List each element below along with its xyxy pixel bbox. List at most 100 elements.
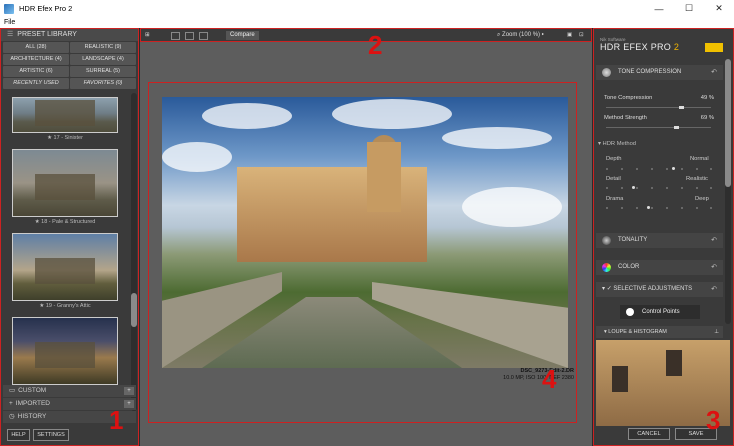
category-favorites[interactable]: FAVORITES (0) — [70, 78, 136, 89]
loupe-histogram-header[interactable]: ▾ LOUPE & HISTOGRAM ⊥ — [596, 326, 723, 338]
maximize-button[interactable]: ☐ — [674, 0, 704, 17]
slider-knob[interactable] — [672, 167, 675, 170]
plus-icon: + — [9, 400, 13, 407]
annotation-number-4: 4 — [542, 364, 557, 394]
preset-label: ★ 17 - Sinister — [47, 135, 83, 141]
tonality-section[interactable]: TONALITY ↶ — [596, 233, 723, 248]
image-meta: 10.0 MP, ISO 100, NEF 2380 — [503, 375, 574, 381]
brand-version: 2 — [673, 42, 680, 52]
cancel-button[interactable]: CANCEL — [628, 428, 670, 440]
sun-icon — [602, 68, 611, 77]
nik-logo-icon — [705, 43, 723, 52]
slider-knob[interactable] — [647, 206, 650, 209]
tone-compression-slider[interactable]: Tone Compression 49 % — [604, 95, 714, 105]
undo-icon[interactable]: ↶ — [711, 65, 717, 80]
adjustments-panel: Nik Software HDR EFEX PRO 2 TONE COMPRES… — [593, 28, 734, 446]
help-button[interactable]: HELP — [7, 429, 30, 441]
deep-label: Deep — [695, 196, 709, 202]
preset-label: ★ 19 - Granny's Attic — [39, 303, 91, 309]
tone-compression-label: Tone Compression — [604, 95, 653, 101]
tonality-title: TONALITY — [618, 237, 648, 243]
category-artistic[interactable]: ARTISTIC (6) — [3, 66, 69, 77]
detail-realistic-slider[interactable] — [606, 187, 712, 191]
history-icon: ◷ — [9, 413, 15, 420]
color-section[interactable]: COLOR ↶ — [596, 260, 723, 275]
compare-button[interactable]: Compare — [226, 31, 259, 40]
image-filename: DSC_9273-Edit-2.DR — [520, 368, 575, 374]
slider-knob[interactable] — [674, 126, 679, 129]
preset-library-header[interactable]: ☰ PRESET LIBRARY — [1, 29, 138, 41]
zoom-control[interactable]: ⌕ Zoom (100 %) ▸ — [497, 31, 544, 40]
drama-deep-slider[interactable] — [606, 207, 712, 211]
selective-adjustments-section[interactable]: ▾ ✓ SELECTIVE ADJUSTMENTS ↶ — [596, 282, 723, 297]
zoom-arrow-icon[interactable]: ▸ — [540, 32, 544, 38]
close-button[interactable]: ✕ — [704, 0, 734, 17]
tonality-icon — [602, 236, 611, 245]
app-icon — [4, 3, 14, 14]
brand-logo: Nik Software HDR EFEX PRO 2 — [600, 37, 679, 52]
tone-compression-section[interactable]: TONE COMPRESSION ↶ — [596, 65, 723, 80]
hdr-method-header[interactable]: ▾ HDR Method — [598, 141, 636, 147]
annotation-number-3: 3 — [706, 405, 721, 435]
window-title: HDR Efex Pro 2 — [19, 4, 73, 13]
category-realistic[interactable]: REALISTIC (9) — [70, 42, 136, 53]
hdr-method-label: HDR Method — [602, 141, 637, 147]
slider-track[interactable] — [606, 107, 711, 108]
realistic-label: Realistic — [686, 176, 708, 182]
category-surreal[interactable]: SURREAL (5) — [70, 66, 136, 77]
minimize-button[interactable]: — — [644, 0, 674, 17]
normal-label: Normal — [690, 156, 709, 162]
undo-icon[interactable]: ↶ — [711, 282, 717, 297]
background-color-icon[interactable]: ▣ — [567, 32, 572, 40]
fullscreen-icon[interactable]: ⊡ — [579, 32, 584, 40]
color-title: COLOR — [618, 264, 640, 270]
imported-label: IMPORTED — [15, 400, 50, 407]
preset-thumbnail[interactable] — [12, 149, 118, 217]
undo-icon[interactable]: ↶ — [711, 260, 717, 275]
selective-adjustments-title: SELECTIVE ADJUSTMENTS — [613, 286, 693, 292]
preset-library-title: PRESET LIBRARY — [17, 31, 77, 38]
preset-list: ★ 17 - Sinister ★ 18 - Pale & Structured… — [3, 93, 127, 411]
menu-file[interactable]: File — [4, 19, 15, 26]
preset-thumbnail[interactable] — [12, 233, 118, 301]
custom-section[interactable]: ▭ CUSTOM + — [3, 385, 136, 397]
method-strength-slider[interactable]: Method Strength 69 % — [604, 115, 714, 125]
preset-label: ★ 18 - Pale & Structured — [34, 219, 96, 225]
control-points-label: Control Points — [642, 309, 680, 315]
depth-normal-slider[interactable] — [606, 168, 712, 172]
preset-thumbnail[interactable] — [12, 97, 118, 133]
category-recently-used[interactable]: RECENTLY USED — [3, 78, 69, 89]
single-view-icon[interactable] — [171, 32, 180, 40]
history-label: HISTORY — [17, 413, 47, 420]
menu-bar: File — [0, 17, 734, 28]
category-landscape[interactable]: LANDSCAPE (4) — [70, 54, 136, 65]
preset-thumbnail[interactable] — [12, 317, 118, 385]
adjustments-scrollbar[interactable] — [725, 59, 731, 324]
category-all[interactable]: ALL (28) — [3, 42, 69, 53]
settings-button[interactable]: SETTINGS — [33, 429, 69, 441]
loupe-histogram-title: LOUPE & HISTOGRAM — [608, 329, 667, 335]
slider-knob[interactable] — [632, 186, 635, 189]
undo-icon[interactable]: ↶ — [711, 233, 717, 248]
slider-knob[interactable] — [679, 106, 684, 109]
depth-label: Depth — [606, 156, 622, 162]
panel-toggle-icon[interactable]: ⊞ — [145, 32, 150, 40]
preset-scrollbar[interactable] — [131, 93, 137, 411]
control-point-icon — [626, 308, 634, 316]
split-view-icon[interactable] — [185, 32, 194, 40]
preview-image[interactable] — [162, 97, 568, 368]
pin-icon[interactable]: ⊥ — [714, 326, 719, 338]
side-by-side-icon[interactable] — [199, 32, 208, 40]
category-architecture[interactable]: ARCHITECTURE (4) — [3, 54, 69, 65]
scrollbar-thumb[interactable] — [725, 59, 731, 187]
add-custom-button[interactable]: + — [124, 387, 134, 395]
title-bar: HDR Efex Pro 2 — ☐ ✕ — [0, 0, 734, 17]
annotation-number-2: 2 — [368, 30, 383, 60]
image-info: DSC_9273-Edit-2.DR 10.0 MP, ISO 100, NEF… — [488, 368, 574, 382]
slider-track[interactable] — [606, 127, 711, 128]
tone-compression-value: 49 % — [700, 95, 714, 101]
control-points-button[interactable]: Control Points — [620, 305, 700, 319]
scrollbar-thumb[interactable] — [131, 293, 137, 327]
add-imported-button[interactable]: + — [124, 400, 134, 408]
method-strength-value: 69 % — [700, 115, 714, 121]
